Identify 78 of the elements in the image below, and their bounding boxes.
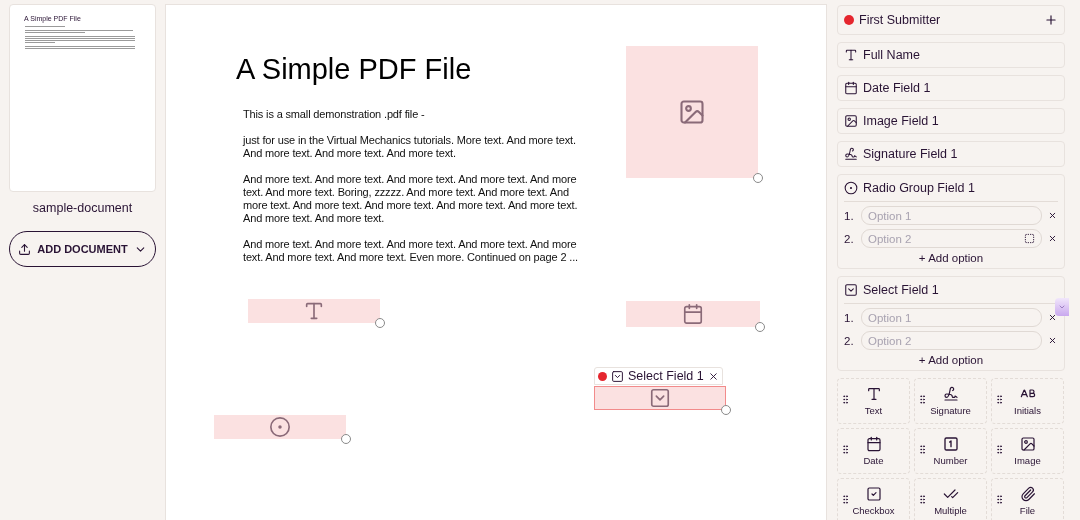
drag-handle-icon[interactable]: [917, 494, 928, 505]
add-icon[interactable]: [1044, 13, 1058, 27]
calendar-icon: [865, 436, 882, 452]
dropdown-icon: [649, 387, 671, 409]
field-item[interactable]: Signature Field 1: [837, 141, 1065, 167]
calendar-icon: [844, 81, 858, 95]
signature-icon: [844, 147, 858, 161]
resize-handle[interactable]: [341, 434, 351, 444]
chevron-icon: [1058, 303, 1066, 311]
field-name: Signature Field 1: [863, 147, 958, 161]
text-icon: [844, 48, 858, 62]
signature-icon: [942, 386, 959, 402]
add-option-button[interactable]: + Add option: [918, 252, 984, 266]
resize-handle[interactable]: [755, 322, 765, 332]
drag-handle-icon[interactable]: [840, 494, 851, 505]
option-number: 2.: [844, 232, 855, 245]
field-type-tile[interactable]: Signature: [914, 378, 987, 424]
image-icon: [678, 98, 706, 126]
field-name: Image Field 1: [863, 114, 939, 128]
drag-handle-icon[interactable]: [840, 444, 851, 455]
dropdown-icon: [844, 283, 858, 297]
drag-handle-icon[interactable]: [994, 494, 1005, 505]
field-item[interactable]: Full Name: [837, 42, 1065, 68]
field-name: Select Field 1: [863, 283, 939, 297]
number-icon: [942, 436, 959, 452]
image-icon: [1019, 436, 1036, 452]
paperclip-icon: [1019, 486, 1036, 502]
field-type-tile[interactable]: Initials: [991, 378, 1064, 424]
field-type-tile[interactable]: Date: [837, 428, 910, 474]
resize-handle[interactable]: [721, 405, 731, 415]
add-option-button[interactable]: + Add option: [918, 354, 984, 368]
field-item[interactable]: Image Field 1: [837, 108, 1065, 134]
drag-handle-icon[interactable]: [917, 394, 928, 405]
checkbox-icon: [865, 486, 882, 502]
field-item[interactable]: Date Field 1: [837, 75, 1065, 101]
page-paragraph: just for use in the Virtual Mechanics tutorials. More text. And more text. And more text. And more text. And more text.: [243, 134, 577, 160]
placed-field[interactable]: [626, 46, 758, 178]
option-number: 2.: [844, 334, 855, 347]
placed-field[interactable]: [626, 301, 760, 327]
calendar-icon: [682, 303, 704, 325]
drag-handle-icon[interactable]: [994, 394, 1005, 405]
field-type-tile[interactable]: Text: [837, 378, 910, 424]
submitter-name: First Submitter: [859, 13, 942, 27]
option-number: 1.: [844, 311, 855, 324]
text-icon: [865, 386, 882, 402]
text-icon: [303, 300, 325, 322]
field-type-tile[interactable]: Number: [914, 428, 987, 474]
field-name: Full Name: [863, 48, 920, 62]
field-label: Select Field 1: [628, 369, 704, 383]
radio-icon: [844, 181, 858, 195]
field-type-tile[interactable]: Checkbox: [837, 478, 910, 520]
field-card[interactable]: Radio Group Field 1 1. Option 1 2. Option 2 + Add option: [837, 174, 1065, 269]
page-paragraph: And more text. And more text. And more text. And more text. And more text. And more text. Boring, zzzzz. And more text. And more text. And more text. And more text. And more text. And more text. And more text. And more text. And more text.: [243, 173, 579, 225]
submitter-selector[interactable]: First Submitter: [837, 5, 1065, 35]
drag-handle-icon[interactable]: [917, 444, 928, 455]
drag-handle-icon[interactable]: [840, 394, 851, 405]
document-name: sample-document: [32, 201, 133, 215]
resize-handle[interactable]: [753, 173, 763, 183]
drag-handle-icon[interactable]: [994, 444, 1005, 455]
field-card[interactable]: Select Field 1 1. Option 1 2. Option 2 + Add option: [837, 276, 1065, 371]
field-type-tile[interactable]: Image: [991, 428, 1064, 474]
close-icon[interactable]: [707, 370, 719, 382]
placed-field[interactable]: [248, 299, 380, 323]
field-name: Radio Group Field 1: [863, 181, 975, 195]
placed-field[interactable]: [594, 386, 726, 410]
resize-handle[interactable]: [375, 318, 385, 328]
placed-field[interactable]: [214, 415, 346, 439]
field-type-tile[interactable]: File: [991, 478, 1064, 520]
page-title: A Simple PDF File: [236, 53, 473, 86]
upload-icon: [18, 242, 32, 256]
dropdown-icon: [611, 369, 624, 383]
page-paragraph: And more text. And more text. And more text. And more text. And more text. And more text. And more text. Even more. Continued on page 2 ...: [243, 238, 579, 264]
page-paragraph: This is a small demonstration .pdf file -: [243, 108, 426, 121]
field-name: Date Field 1: [863, 81, 931, 95]
field-type-tile[interactable]: Multiple: [914, 478, 987, 520]
radio-icon: [269, 416, 291, 438]
image-icon: [844, 114, 858, 128]
option-number: 1.: [844, 209, 855, 222]
